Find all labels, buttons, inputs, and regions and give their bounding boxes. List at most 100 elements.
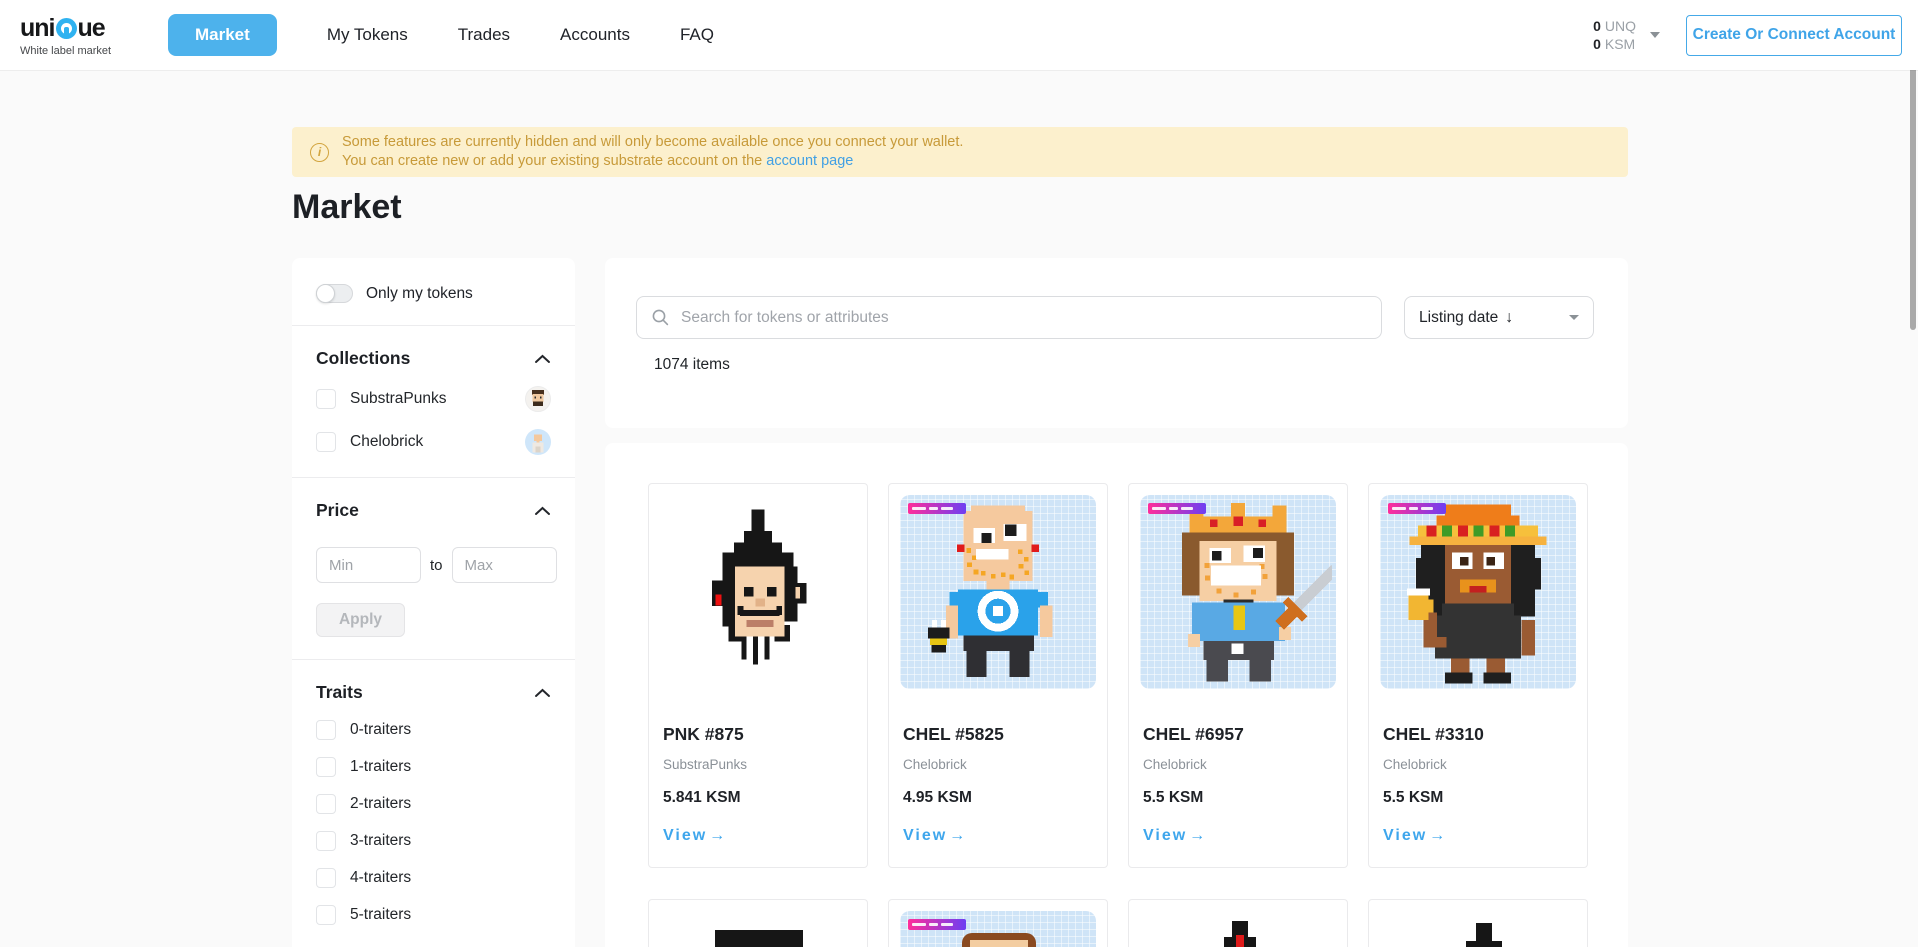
- view-link[interactable]: View→: [1143, 827, 1205, 845]
- only-my-tokens-toggle[interactable]: [316, 284, 353, 303]
- tokens-grid: PNK #875 SubstraPunks 5.841 KSM View→: [605, 443, 1628, 947]
- traits-title: Traits: [316, 682, 363, 703]
- sort-direction-down-icon[interactable]: ↓: [1505, 309, 1513, 327]
- traits-section-header[interactable]: Traits: [316, 682, 551, 703]
- nav-item-my-tokens[interactable]: My Tokens: [327, 25, 408, 45]
- view-link[interactable]: View→: [1383, 827, 1445, 845]
- token-image: [660, 911, 856, 947]
- search-panel: Listing date ↓ 1074 items: [605, 258, 1628, 428]
- page-title: Market: [292, 188, 402, 227]
- banner-text: Some features are currently hidden and w…: [342, 133, 963, 171]
- token-price: 5.5 KSM: [1383, 789, 1443, 807]
- chevron-up-icon[interactable]: [534, 354, 551, 364]
- token-title: CHEL #5825: [903, 724, 1004, 745]
- nav-item-market[interactable]: Market: [168, 14, 277, 56]
- token-price: 5.5 KSM: [1143, 789, 1203, 807]
- collection-label: SubstraPunks: [350, 390, 447, 408]
- trait-label: 3-traiters: [350, 832, 411, 850]
- items-count: 1074 items: [654, 356, 730, 374]
- wallet-notice-banner: i Some features are currently hidden and…: [292, 127, 1628, 177]
- divider: [292, 477, 575, 478]
- divider: [292, 659, 575, 660]
- sort-select[interactable]: Listing date ↓: [1404, 296, 1594, 339]
- token-image-tag: [908, 919, 966, 930]
- logo-wordmark: uni ue: [20, 14, 138, 43]
- right-arrow-icon: →: [1429, 827, 1445, 844]
- balance-unq: 0UNQ: [1593, 17, 1636, 35]
- right-arrow-icon: →: [1189, 827, 1205, 844]
- filters-sidebar: Only my tokens Collections SubstraPunks …: [292, 258, 575, 947]
- banner-line2: You can create new or add your existing …: [342, 152, 963, 171]
- token-card[interactable]: CHEL #3310 Chelobrick 5.5 KSM View→: [1368, 483, 1588, 868]
- checkbox-1-traiters[interactable]: [316, 757, 336, 777]
- logo-tagline: White label market: [20, 45, 138, 57]
- token-image: [900, 495, 1096, 689]
- app-header: uni ue White label market Market My Toke…: [0, 0, 1918, 70]
- collection-row-substrapunks: SubstraPunks: [316, 386, 551, 412]
- checkbox-chelobrick[interactable]: [316, 432, 336, 452]
- collections-section-header[interactable]: Collections: [316, 348, 551, 369]
- search-input[interactable]: [681, 309, 1367, 327]
- price-to-label: to: [430, 557, 443, 574]
- logo[interactable]: uni ue White label market: [20, 14, 138, 57]
- collection-label: Chelobrick: [350, 433, 423, 451]
- nav-item-trades[interactable]: Trades: [458, 25, 510, 45]
- create-or-connect-account-button[interactable]: Create Or Connect Account: [1686, 15, 1902, 56]
- vertical-scrollbar[interactable]: [1910, 58, 1916, 330]
- price-title: Price: [316, 500, 359, 521]
- token-image: [660, 495, 856, 689]
- unique-q-icon: [56, 18, 77, 39]
- checkbox-4-traiters[interactable]: [316, 868, 336, 888]
- trait-row-2: 2-traiters: [316, 794, 551, 814]
- token-card[interactable]: PNK #875 SubstraPunks 5.841 KSM View→: [648, 483, 868, 868]
- token-art-punk-man-mohawk-beard: [688, 499, 828, 685]
- balances-caret-down-icon[interactable]: [1650, 32, 1660, 38]
- checkbox-substrapunks[interactable]: [316, 389, 336, 409]
- token-image: [1380, 495, 1576, 689]
- trait-label: 2-traiters: [350, 795, 411, 813]
- token-card[interactable]: [1128, 899, 1348, 947]
- toggle-knob: [316, 284, 335, 303]
- search-box[interactable]: [636, 296, 1382, 339]
- checkbox-0-traiters[interactable]: [316, 720, 336, 740]
- trait-label: 4-traiters: [350, 869, 411, 887]
- right-arrow-icon: →: [709, 827, 725, 844]
- nav-item-faq[interactable]: FAQ: [680, 25, 714, 45]
- token-collection: SubstraPunks: [663, 757, 747, 772]
- trait-row-4: 4-traiters: [316, 868, 551, 888]
- checkbox-5-traiters[interactable]: [316, 905, 336, 925]
- wallet-balances[interactable]: 0UNQ 0KSM: [1593, 17, 1636, 53]
- token-card[interactable]: [888, 899, 1108, 947]
- price-min-input[interactable]: [316, 547, 421, 583]
- apply-price-button[interactable]: Apply: [316, 603, 405, 637]
- chevron-up-icon[interactable]: [534, 506, 551, 516]
- right-arrow-icon: →: [949, 827, 965, 844]
- token-card[interactable]: [648, 899, 868, 947]
- token-title: PNK #875: [663, 724, 744, 745]
- view-link[interactable]: View→: [663, 827, 725, 845]
- nav-item-accounts[interactable]: Accounts: [560, 25, 630, 45]
- token-collection: Chelobrick: [1143, 757, 1207, 772]
- token-card[interactable]: [1368, 899, 1588, 947]
- checkbox-3-traiters[interactable]: [316, 831, 336, 851]
- token-card[interactable]: CHEL #6957 Chelobrick 5.5 KSM View→: [1128, 483, 1348, 868]
- chevron-up-icon[interactable]: [534, 688, 551, 698]
- token-card[interactable]: CHEL #5825 Chelobrick 4.95 KSM View→: [888, 483, 1108, 868]
- trait-row-5: 5-traiters: [316, 905, 551, 925]
- token-art-sombrero-man-beer: [1384, 501, 1572, 687]
- account-page-link[interactable]: account page: [766, 153, 853, 169]
- checkbox-2-traiters[interactable]: [316, 794, 336, 814]
- token-image-tag: [908, 503, 966, 514]
- token-art-top-hat: [715, 930, 803, 947]
- token-title: CHEL #3310: [1383, 724, 1484, 745]
- token-price: 5.841 KSM: [663, 789, 741, 807]
- view-link[interactable]: View→: [903, 827, 965, 845]
- collection-row-chelobrick: Chelobrick: [316, 429, 551, 455]
- price-max-input[interactable]: [452, 547, 557, 583]
- price-section-header[interactable]: Price: [316, 500, 551, 521]
- trait-row-3: 3-traiters: [316, 831, 551, 851]
- substrapunks-avatar: [525, 386, 551, 412]
- divider: [292, 325, 575, 326]
- token-price: 4.95 KSM: [903, 789, 972, 807]
- trait-row-0: 0-traiters: [316, 720, 551, 740]
